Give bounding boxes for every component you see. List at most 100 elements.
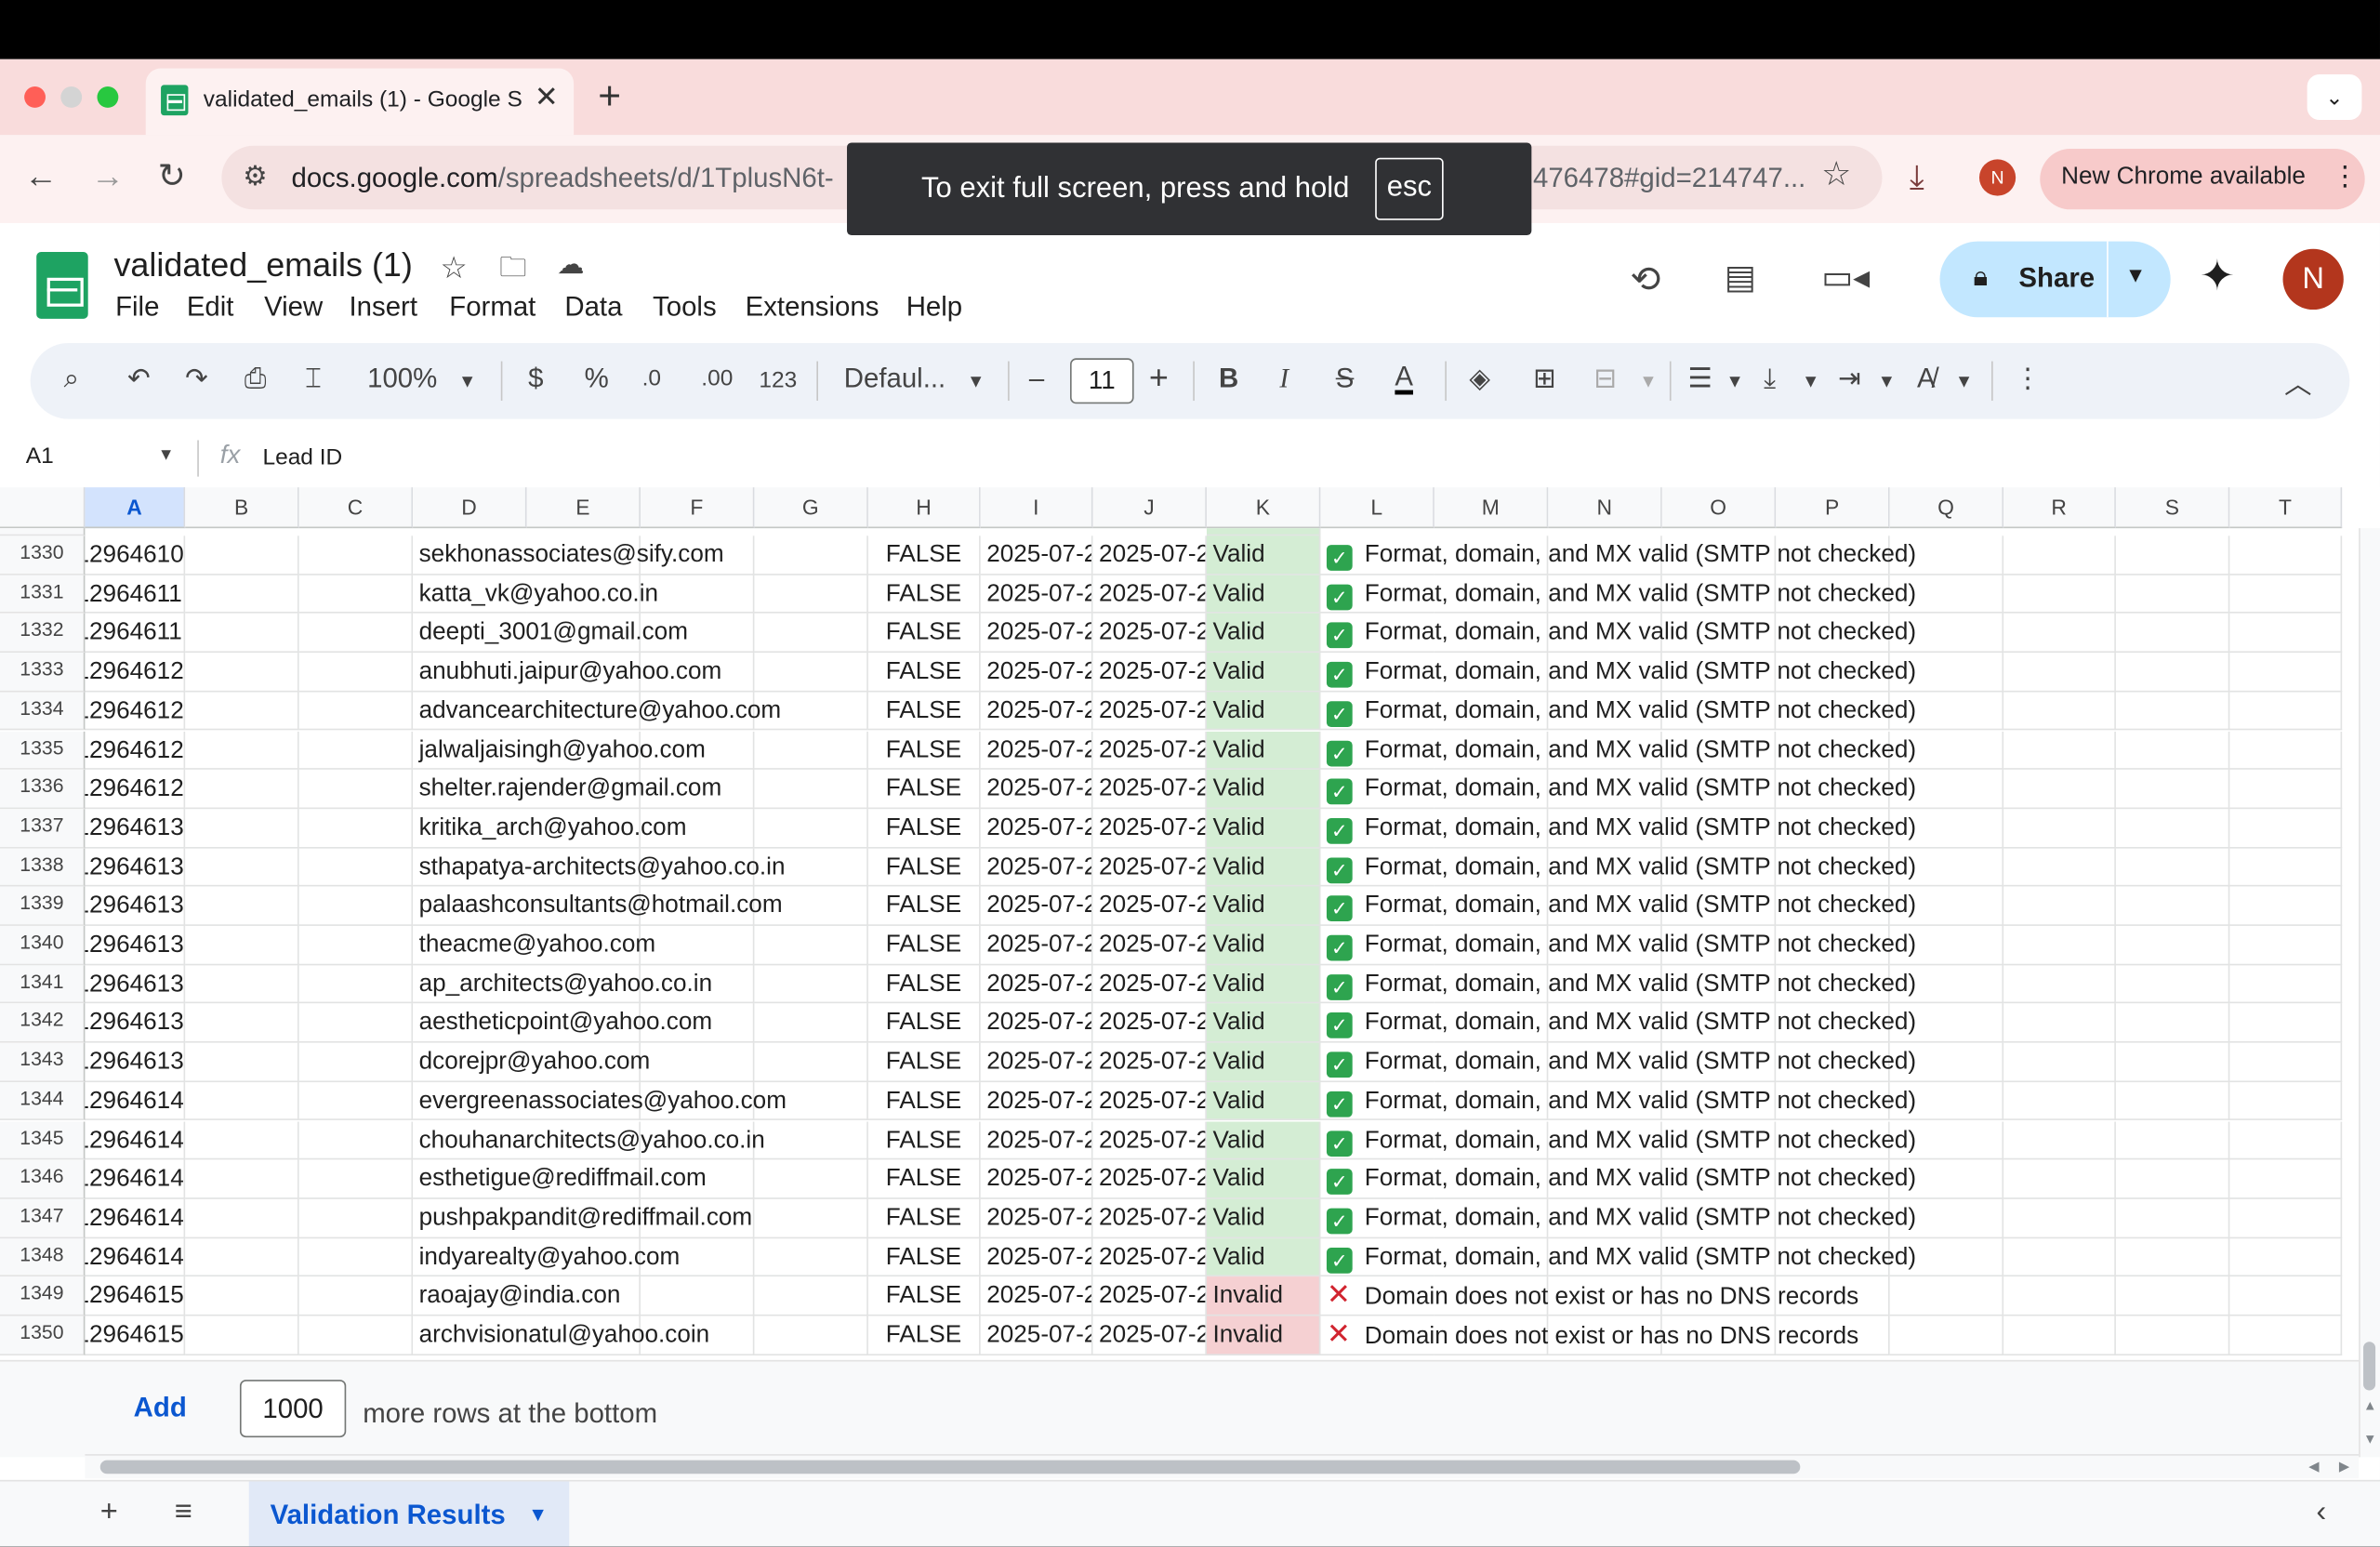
empty-cell[interactable] [298, 1003, 414, 1043]
increase-font-size-button[interactable]: + [1149, 358, 1169, 397]
lead-id-cell[interactable]: 12964613 [85, 1042, 186, 1082]
sheets-logo[interactable] [36, 252, 88, 319]
zoom-select[interactable]: 100% [367, 363, 437, 394]
status-cell[interactable]: Valid [1206, 1120, 1321, 1160]
column-header-h[interactable]: H [867, 487, 981, 529]
empty-cell[interactable] [185, 1198, 299, 1238]
boolean-cell[interactable]: FALSE [867, 886, 981, 926]
empty-cell[interactable] [2115, 770, 2230, 809]
sheet-tab-validation-results[interactable]: Validation Results ▼ [248, 1481, 570, 1547]
lead-id-cell[interactable]: 12964611 [85, 575, 186, 615]
email-cell[interactable]: palaashconsultants@hotmail.com [413, 887, 783, 926]
reason-cell[interactable]: ✓ Format, domain, and MX valid (SMTP not … [1320, 692, 1916, 732]
date-cell[interactable]: 2025-07-2 [1092, 1198, 1207, 1238]
empty-cell[interactable] [185, 653, 299, 693]
empty-cell[interactable] [2229, 964, 2343, 1004]
date-cell[interactable]: 2025-07-2 [1092, 1081, 1207, 1121]
all-sheets-icon[interactable]: ≡ [175, 1495, 192, 1530]
reason-cell[interactable]: ✓ Format, domain, and MX valid (SMTP not … [1320, 536, 1916, 575]
date-cell[interactable]: 2025-07-2 [980, 692, 1093, 732]
status-cell[interactable]: Valid [1206, 731, 1321, 771]
date-cell[interactable]: 2025-07-2 [1092, 964, 1207, 1004]
reason-cell[interactable]: ✓ Format, domain, and MX valid (SMTP not … [1320, 848, 1916, 887]
empty-cell[interactable] [185, 1159, 299, 1199]
vertical-scrollbar[interactable] [2359, 528, 2380, 1458]
empty-cell[interactable] [2115, 847, 2230, 887]
valign-dropdown-icon[interactable]: ▼ [1802, 370, 1819, 391]
boolean-cell[interactable]: FALSE [867, 1316, 981, 1355]
lead-id-cell[interactable]: 12964614 [85, 1120, 186, 1160]
merge-dropdown-icon[interactable]: ▼ [1639, 370, 1657, 391]
email-cell[interactable]: jalwaljaisingh@yahoo.com [413, 731, 706, 771]
back-arrow-icon[interactable]: ← [24, 156, 58, 195]
email-cell[interactable]: advancearchitecture@yahoo.com [413, 692, 781, 732]
empty-cell[interactable] [298, 809, 414, 848]
site-info-icon[interactable]: ⚙ [243, 161, 267, 192]
boolean-cell[interactable]: FALSE [867, 1042, 981, 1082]
column-header-j[interactable]: J [1092, 487, 1207, 529]
reason-cell[interactable]: ✓ Format, domain, and MX valid (SMTP not … [1320, 1199, 1916, 1238]
lead-id-cell[interactable]: 12964612 [85, 653, 186, 693]
date-cell[interactable]: 2025-07-2 [1092, 536, 1207, 575]
strikethrough-button[interactable]: S [1336, 363, 1355, 394]
boolean-cell[interactable]: FALSE [867, 925, 981, 965]
date-cell[interactable]: 2025-07-2 [980, 1198, 1093, 1238]
date-cell[interactable]: 2025-07-2 [1092, 1003, 1207, 1043]
search-menus-icon[interactable]: ⌕ [64, 363, 79, 394]
empty-cell[interactable] [2003, 925, 2116, 965]
empty-cell[interactable] [2115, 1198, 2230, 1238]
empty-cell[interactable] [2115, 614, 2230, 654]
empty-cell[interactable] [754, 1003, 868, 1043]
lead-id-cell[interactable]: 12964613 [85, 886, 186, 926]
empty-cell[interactable] [2229, 1120, 2343, 1160]
menu-format[interactable]: Format [449, 291, 536, 323]
lead-id-cell[interactable]: 12964613 [85, 847, 186, 887]
empty-cell[interactable] [2115, 809, 2230, 848]
reload-icon[interactable]: ↻ [158, 156, 186, 195]
empty-cell[interactable] [1889, 1276, 2004, 1316]
lead-id-cell[interactable]: 12964614 [85, 1159, 186, 1199]
empty-cell[interactable] [185, 1316, 299, 1355]
boolean-cell[interactable]: FALSE [867, 1120, 981, 1160]
date-cell[interactable]: 2025-07-2 [1092, 1120, 1207, 1160]
date-cell[interactable]: 2025-07-2 [980, 1081, 1093, 1121]
date-cell[interactable]: 2025-07-2 [1092, 1276, 1207, 1316]
row-header[interactable]: 1330 [0, 536, 86, 575]
boolean-cell[interactable]: FALSE [867, 964, 981, 1004]
email-cell[interactable]: kritika_arch@yahoo.com [413, 809, 686, 848]
empty-cell[interactable] [298, 1237, 414, 1277]
download-icon[interactable]: ⤓ [1910, 158, 1924, 197]
email-cell[interactable]: shelter.rajender@gmail.com [413, 770, 721, 809]
email-cell[interactable]: raoajay@india.con [413, 1277, 620, 1316]
empty-cell[interactable] [2229, 925, 2343, 965]
status-cell[interactable]: Valid [1206, 536, 1321, 575]
empty-cell[interactable] [2115, 575, 2230, 615]
date-cell[interactable]: 2025-07-2 [980, 809, 1093, 848]
column-header-f[interactable]: F [640, 487, 755, 529]
column-header-c[interactable]: C [298, 487, 414, 529]
lead-id-cell[interactable]: 12964612 [85, 770, 186, 809]
empty-cell[interactable] [2115, 964, 2230, 1004]
email-cell[interactable]: sekhonassociates@sify.com [413, 536, 724, 575]
text-color-button[interactable]: A [1395, 363, 1414, 395]
empty-cell[interactable] [2003, 536, 2116, 575]
empty-cell[interactable] [2229, 536, 2343, 575]
date-cell[interactable]: 2025-07-2 [1092, 1237, 1207, 1277]
increase-decimal-button[interactable]: .00 [701, 365, 733, 391]
lead-id-cell[interactable]: 12964610 [85, 536, 186, 575]
empty-cell[interactable] [185, 575, 299, 615]
scroll-left-icon[interactable]: ◀ [2308, 1459, 2319, 1475]
decrease-decimal-button[interactable]: .0 [642, 365, 661, 391]
date-cell[interactable]: 2025-07-2 [1092, 925, 1207, 965]
empty-cell[interactable] [2229, 692, 2343, 732]
empty-cell[interactable] [2229, 1042, 2343, 1082]
reason-cell[interactable]: ✓ Format, domain, and MX valid (SMTP not … [1320, 1160, 1916, 1199]
empty-cell[interactable] [2003, 1042, 2116, 1082]
reason-cell[interactable]: ✓ Format, domain, and MX valid (SMTP not … [1320, 1082, 1916, 1121]
row-header[interactable]: 1331 [0, 575, 86, 615]
empty-cell[interactable] [2115, 1081, 2230, 1121]
column-header-l[interactable]: L [1320, 487, 1435, 529]
column-header-s[interactable]: S [2115, 487, 2230, 529]
date-cell[interactable]: 2025-07-2 [1092, 847, 1207, 887]
boolean-cell[interactable]: FALSE [867, 731, 981, 771]
